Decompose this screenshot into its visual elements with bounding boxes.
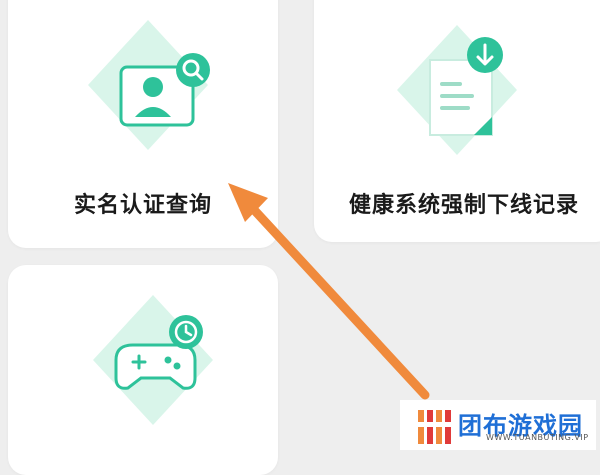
realname-query-label: 实名认证查询 [73,193,212,218]
forced-logoff-records-card[interactable]: 健康系统强制下线记录 [314,0,600,242]
watermark-logo-icon [418,410,454,444]
document-download-icon [397,25,517,155]
id-card-search-icon [88,20,210,150]
game-time-card[interactable] [8,265,278,475]
realname-query-card[interactable]: 实名认证查询 [8,0,278,248]
gamepad-clock-icon [93,295,213,425]
forced-logoff-records-label: 健康系统强制下线记录 [348,193,579,218]
watermark-url: WWW.TUANBUTING.VIP [486,433,589,442]
watermark: 团布游戏园 WWW.TUANBUTING.VIP [400,400,596,450]
